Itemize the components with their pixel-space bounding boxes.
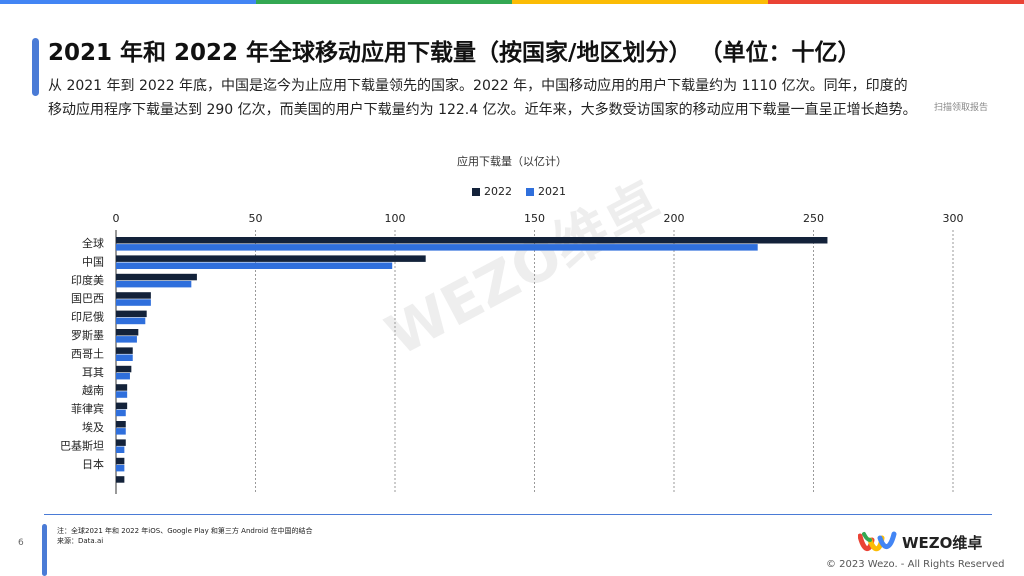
bar-2021-12: [116, 464, 125, 472]
bar-2022-2: [116, 273, 197, 281]
bar-2022-3: [116, 292, 151, 299]
bar-2022-8: [116, 384, 128, 391]
bar-2021-1: [116, 262, 393, 269]
bar-2022-10: [116, 421, 126, 428]
page-number: 6: [18, 538, 24, 548]
category-label-12: 日本: [82, 457, 104, 471]
footer-accent-bar: [42, 524, 47, 576]
bar-2021-10: [116, 428, 126, 435]
bar-2021-2: [116, 280, 192, 288]
footer-source: 来源：Data.ai: [57, 537, 104, 545]
x-tick-label-250: 250: [803, 212, 824, 225]
category-label-6: 西哥土: [71, 347, 104, 360]
footer-divider: [44, 514, 992, 515]
bar-2021-0: [116, 244, 758, 251]
x-tick-label-300: 300: [943, 212, 964, 225]
bar-2022-13: [116, 476, 125, 483]
wezo-logo-icon: [858, 531, 897, 552]
bar-chart: 0 50 100 150 200 250 300 全球中国印度美国巴西印尼俄罗斯墨西哥土耳其越…: [60, 212, 964, 494]
bar-2022-11: [116, 439, 126, 446]
bar-2022-7: [116, 365, 132, 373]
bar-2022-0: [116, 237, 828, 244]
bar-2022-4: [116, 310, 147, 318]
bar-2022-1: [116, 255, 426, 262]
category-label-5: 罗斯墨: [71, 329, 104, 342]
category-label-8: 越南: [82, 383, 104, 397]
bar-2021-9: [116, 409, 126, 417]
category-label-1: 中国: [82, 255, 104, 268]
x-tick-label-150: 150: [524, 212, 545, 225]
bar-2021-5: [116, 336, 137, 343]
bar-2022-12: [116, 457, 125, 465]
category-label-2: 印度美: [71, 273, 104, 287]
logo-text: WEZO维卓: [902, 533, 983, 552]
bar-2021-6: [116, 354, 133, 361]
x-tick-label-50: 50: [249, 212, 263, 225]
bar-2022-5: [116, 329, 139, 336]
x-tick-label-200: 200: [664, 212, 685, 225]
bar-2021-7: [116, 372, 130, 380]
bar-2022-9: [116, 402, 128, 410]
x-tick-label-0: 0: [113, 212, 120, 225]
bar-2022-6: [116, 347, 133, 354]
footer-note: 注：全球2021 年和 2022 年iOS、Google Play 和第三方 A…: [57, 526, 312, 546]
bar-2021-8: [116, 391, 128, 398]
category-label-3: 国巴西: [71, 292, 104, 305]
category-label-11: 巴基斯坦: [60, 438, 104, 452]
category-label-10: 埃及: [82, 420, 104, 434]
bar-2021-4: [116, 317, 146, 325]
footer-note-line1: 注：全球2021 年和 2022 年iOS、Google Play 和第三方 A…: [57, 527, 313, 535]
bar-2021-11: [116, 446, 125, 453]
category-label-0: 全球: [82, 236, 104, 250]
x-tick-label-100: 100: [385, 212, 406, 225]
bar-2021-3: [116, 299, 151, 306]
copyright: © 2023 Wezo. - All Rights Reserved: [826, 559, 1005, 570]
brand-logo: WEZO维卓: [858, 530, 982, 554]
category-label-9: 菲律宾: [71, 402, 104, 416]
category-label-4: 印尼俄: [71, 311, 104, 324]
category-label-7: 耳其: [82, 366, 104, 379]
